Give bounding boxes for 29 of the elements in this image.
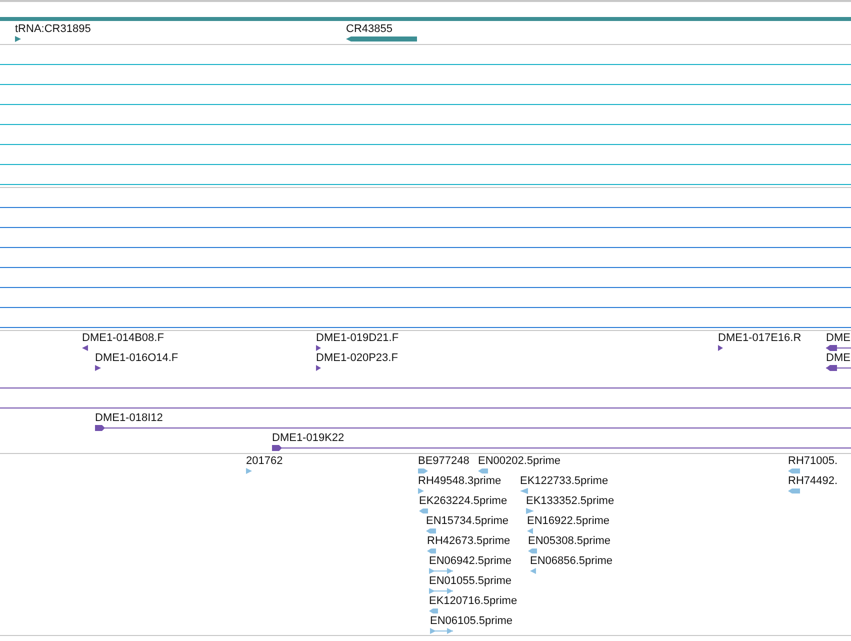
feature-label: EK133352.5prime <box>526 494 614 508</box>
feature-label: EK122733.5prime <box>520 474 608 488</box>
feature-label: RH71005. <box>788 454 838 468</box>
feature-label: DME1-020P23.F <box>316 351 398 365</box>
feature-label: DME1-014B08.F <box>82 331 164 345</box>
feature-label: EN06105.5prime <box>430 614 513 628</box>
feature-label: RH49548.3prime <box>418 474 502 488</box>
feature-label: EN06856.5prime <box>530 554 613 568</box>
feature-label: EK120716.5prime <box>429 594 518 608</box>
feature-label: RH74492. <box>788 474 838 488</box>
feature-label: RH42673.5prime <box>427 534 510 548</box>
feature-label: tRNA:CR31895 <box>15 22 91 36</box>
feature-label: BE977248 <box>418 454 470 468</box>
feature-label: EN06942.5prime <box>429 554 512 568</box>
feature-label: DME <box>826 331 850 345</box>
feature-label: EN16922.5prime <box>527 514 610 528</box>
feature-label: DME1-019K22 <box>272 431 344 445</box>
feature-label: EN01055.5prime <box>429 574 512 588</box>
feature-label: EN00202.5prime <box>478 454 561 468</box>
feature-label: 201762 <box>246 454 283 468</box>
feature-label: DME <box>826 351 850 365</box>
feature-label: EK263224.5prime <box>419 494 508 508</box>
feature-label: DME1-018I12 <box>95 411 163 425</box>
feature-label: EN05308.5prime <box>528 534 611 548</box>
feature-label: EN15734.5prime <box>426 514 509 528</box>
feature-label: CR43855 <box>346 22 392 36</box>
feature-label: DME1-016O14.F <box>95 351 178 365</box>
feature-label: DME1-019D21.F <box>316 331 399 345</box>
feature-label: DME1-017E16.R <box>718 331 802 345</box>
